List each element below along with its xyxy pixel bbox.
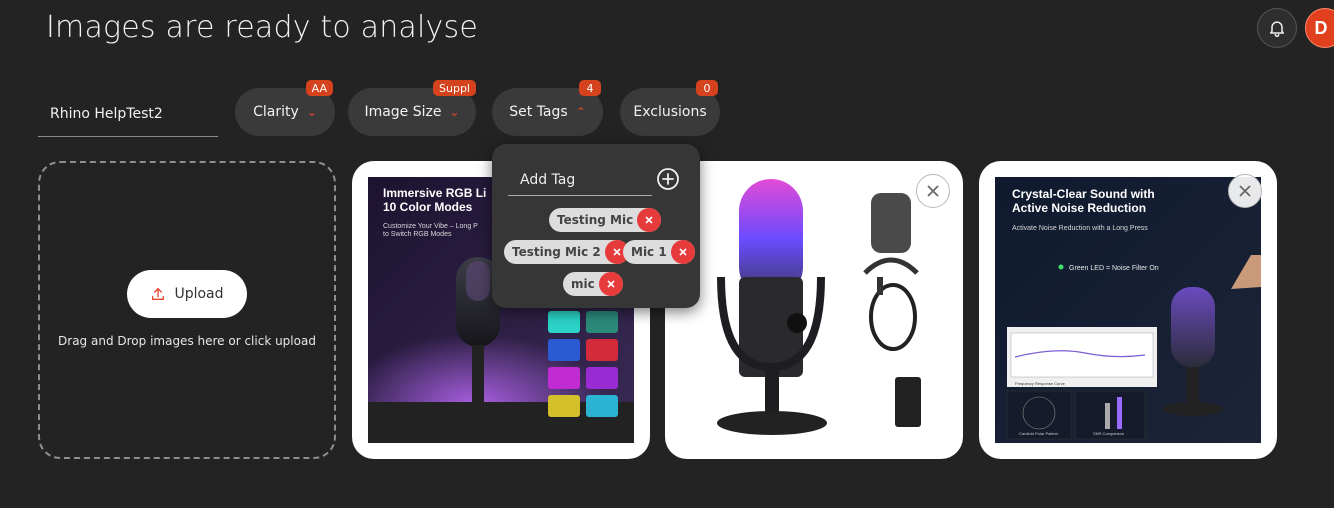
exclusions-badge: 0 xyxy=(696,80,718,96)
tag-label: Testing Mic xyxy=(557,213,634,227)
upload-button-label: Upload xyxy=(174,286,224,302)
remove-image-button[interactable] xyxy=(1228,174,1262,208)
tag-label: mic xyxy=(571,277,595,291)
led-note: Green LED = Noise Filter On xyxy=(1069,265,1159,272)
product-image: Crystal-Clear Sound with Active Noise Red… xyxy=(995,177,1261,443)
tag-chip: Testing Mic 2 xyxy=(504,240,629,264)
set-tags-badge: 4 xyxy=(579,80,601,96)
remove-tag-button[interactable] xyxy=(670,240,695,264)
close-icon xyxy=(927,185,939,197)
chart-caption: Frequency Response Curve xyxy=(1015,381,1066,386)
tag-label: Mic 1 xyxy=(631,245,667,259)
image-card[interactable] xyxy=(665,161,963,459)
image-size-filter[interactable]: Image Size ⌄ Suppl xyxy=(348,80,476,136)
chevron-down-icon: ⌄ xyxy=(306,105,317,119)
image-headline-1: Immersive RGB Li 10 Color Modes xyxy=(383,186,486,214)
close-icon xyxy=(645,216,653,224)
clarity-filter-label: Clarity xyxy=(253,104,299,120)
tag-chip: Testing Mic xyxy=(549,208,662,232)
remove-tag-button[interactable] xyxy=(637,208,662,232)
avatar[interactable]: D xyxy=(1305,8,1334,48)
close-icon xyxy=(1239,185,1251,197)
chart-caption: Cardioid Polar Pattern xyxy=(1019,431,1058,436)
image-size-badge: Suppl xyxy=(433,80,476,96)
notifications-button[interactable] xyxy=(1257,8,1297,48)
exclusions-filter[interactable]: Exclusions 0 xyxy=(620,80,720,136)
tag-chip: Mic 1 xyxy=(623,240,695,264)
upload-hint: Drag and Drop images here or click uploa… xyxy=(58,334,316,348)
chart-caption: SNR Comparison xyxy=(1093,431,1124,436)
bell-icon xyxy=(1270,21,1284,38)
close-icon xyxy=(679,248,687,256)
set-tags-filter[interactable]: Set Tags ⌃ 4 xyxy=(492,80,603,136)
tag-chip: mic xyxy=(563,272,623,296)
clarity-filter[interactable]: Clarity ⌄ AA xyxy=(235,80,335,136)
chevron-down-icon: ⌄ xyxy=(449,105,460,119)
image-size-filter-label: Image Size xyxy=(364,104,442,120)
image-headline-3: Crystal-Clear Sound with Active Noise Red… xyxy=(1012,187,1155,215)
tag-label: Testing Mic 2 xyxy=(512,245,601,259)
image-card[interactable]: Crystal-Clear Sound with Active Noise Red… xyxy=(979,161,1277,459)
page-title: Images are ready to analyse xyxy=(46,10,478,45)
image-sub-3: Activate Noise Reduction with a Long Pre… xyxy=(1012,225,1148,232)
upload-icon xyxy=(152,288,165,300)
add-tag-input[interactable]: Add Tag xyxy=(508,164,652,196)
tags-popup: Add Tag Testing Mic Testing Mic 2 Mic 1 … xyxy=(492,144,700,308)
exclusions-filter-label: Exclusions xyxy=(633,104,707,120)
chevron-up-icon: ⌃ xyxy=(575,105,586,119)
clarity-badge: AA xyxy=(305,80,333,96)
remove-image-button[interactable] xyxy=(916,174,950,208)
set-tags-filter-label: Set Tags xyxy=(509,104,568,120)
product-image xyxy=(681,177,947,443)
remove-tag-button[interactable] xyxy=(598,272,623,296)
add-circle-icon[interactable] xyxy=(656,167,680,191)
upload-button[interactable]: Upload xyxy=(127,270,247,318)
close-icon xyxy=(613,248,621,256)
project-name-field[interactable]: Rhino HelpTest2 xyxy=(38,92,218,137)
close-icon xyxy=(607,280,615,288)
